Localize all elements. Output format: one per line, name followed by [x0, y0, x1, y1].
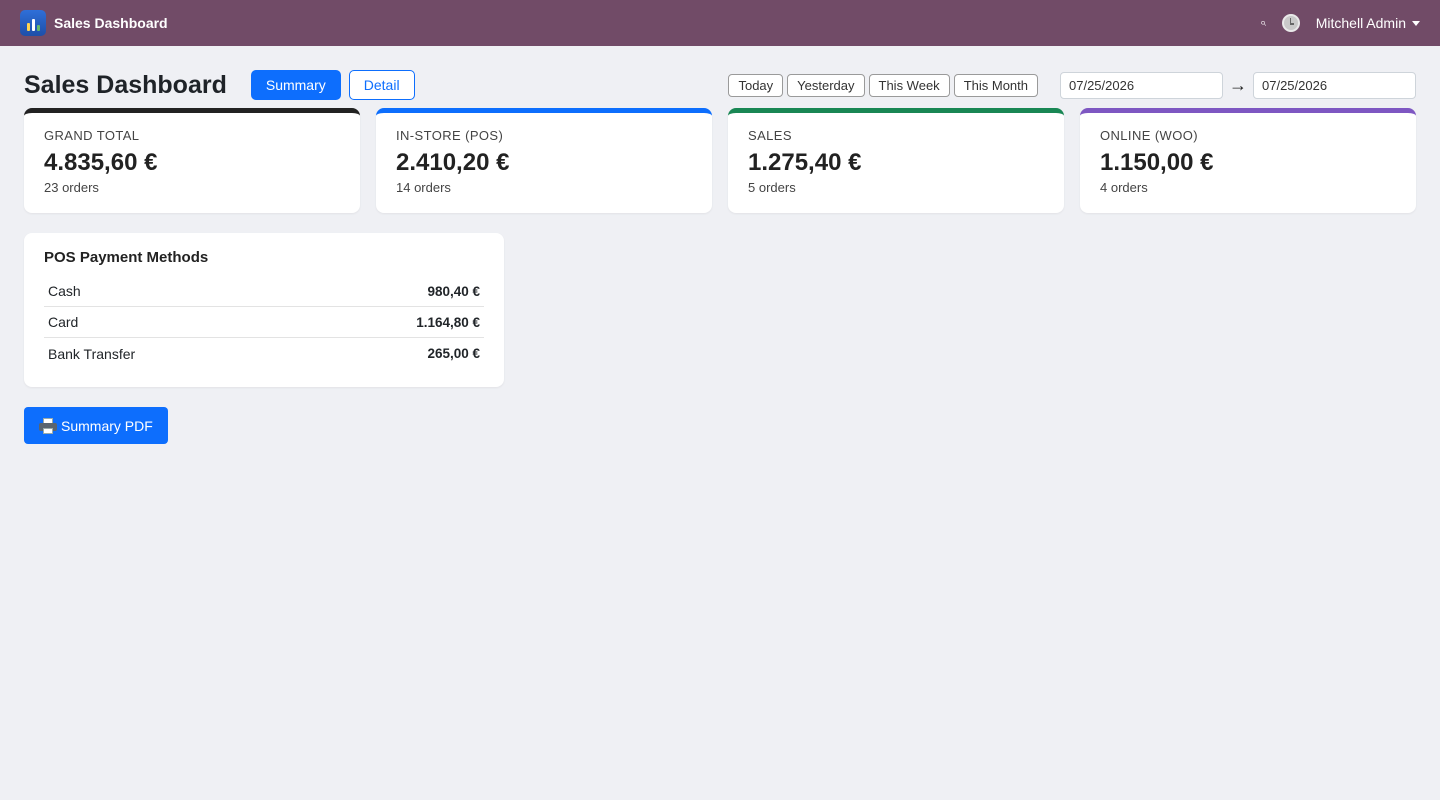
summary-pdf-label: Summary PDF	[61, 417, 153, 434]
payment-method-name: Cash	[48, 283, 81, 299]
pos-payment-methods-card: POS Payment Methods Cash 980,40 € Card 1…	[24, 233, 504, 387]
kpi-label: IN-STORE (POS)	[396, 128, 504, 143]
kpi-card-in-store: IN-STORE (POS) 2.410,20 € 14 orders	[376, 108, 712, 213]
payment-row: Card 1.164,80 €	[44, 307, 484, 338]
card-title: POS Payment Methods	[44, 249, 209, 266]
user-menu[interactable]: Mitchell Admin	[1316, 15, 1420, 31]
summary-tab-button[interactable]: Summary	[250, 70, 341, 100]
kpi-label: SALES	[748, 128, 792, 143]
range-today-button[interactable]: Today	[728, 73, 784, 97]
range-this-month-button[interactable]: This Month	[953, 73, 1038, 97]
kpi-orders: 5 orders	[748, 180, 796, 195]
range-this-week-button[interactable]: This Week	[868, 73, 950, 97]
kpi-orders: 4 orders	[1100, 180, 1148, 195]
kpi-label: GRAND TOTAL	[44, 128, 140, 143]
payment-method-name: Card	[48, 314, 79, 330]
app-chart-icon[interactable]	[20, 10, 46, 36]
payment-method-amount: 1.164,80 €	[416, 314, 480, 330]
payment-method-amount: 265,00 €	[427, 346, 480, 361]
search-icon[interactable]: ⌕	[1260, 17, 1266, 30]
kpi-card-grand-total: GRAND TOTAL 4.835,60 € 23 orders	[24, 108, 360, 213]
page-header: Sales Dashboard Summary Detail Today Yes…	[0, 46, 1440, 108]
payment-method-amount: 980,40 €	[427, 283, 480, 299]
range-arrow: →	[1229, 74, 1247, 95]
app-title[interactable]: Sales Dashboard	[54, 15, 168, 31]
kpi-value: 1.275,40 €	[748, 149, 862, 176]
kpi-label: ONLINE (WOO)	[1100, 128, 1198, 143]
kpi-card-sales: SALES 1.275,40 € 5 orders	[728, 108, 1064, 213]
payment-row: Bank Transfer 265,00 €	[44, 338, 484, 369]
kpi-value: 1.150,00 €	[1100, 149, 1214, 176]
date-to-input[interactable]	[1253, 71, 1416, 99]
kpi-row: GRAND TOTAL 4.835,60 € 23 orders IN-STOR…	[0, 108, 1440, 213]
summary-pdf-button[interactable]: Summary PDF	[24, 407, 168, 444]
top-navbar: Sales Dashboard ⌕ Mitchell Admin	[0, 0, 1440, 46]
date-range-controls: Today Yesterday This Week This Month →	[724, 71, 1416, 99]
chevron-down-icon	[1412, 20, 1420, 26]
activity-clock-icon[interactable]	[1281, 14, 1300, 32]
kpi-value: 4.835,60 €	[44, 149, 158, 176]
printer-icon	[39, 417, 57, 434]
page-title: Sales Dashboard	[24, 70, 227, 99]
kpi-orders: 14 orders	[396, 180, 451, 195]
date-from-input[interactable]	[1060, 71, 1223, 99]
payment-row: Cash 980,40 €	[44, 276, 484, 307]
kpi-orders: 23 orders	[44, 180, 99, 195]
range-yesterday-button[interactable]: Yesterday	[787, 73, 865, 97]
kpi-value: 2.410,20 €	[396, 149, 510, 176]
detail-tab-button[interactable]: Detail	[348, 70, 415, 100]
kpi-card-online: ONLINE (WOO) 1.150,00 € 4 orders	[1080, 108, 1416, 213]
user-name: Mitchell Admin	[1315, 15, 1406, 31]
payment-method-name: Bank Transfer	[48, 345, 136, 362]
